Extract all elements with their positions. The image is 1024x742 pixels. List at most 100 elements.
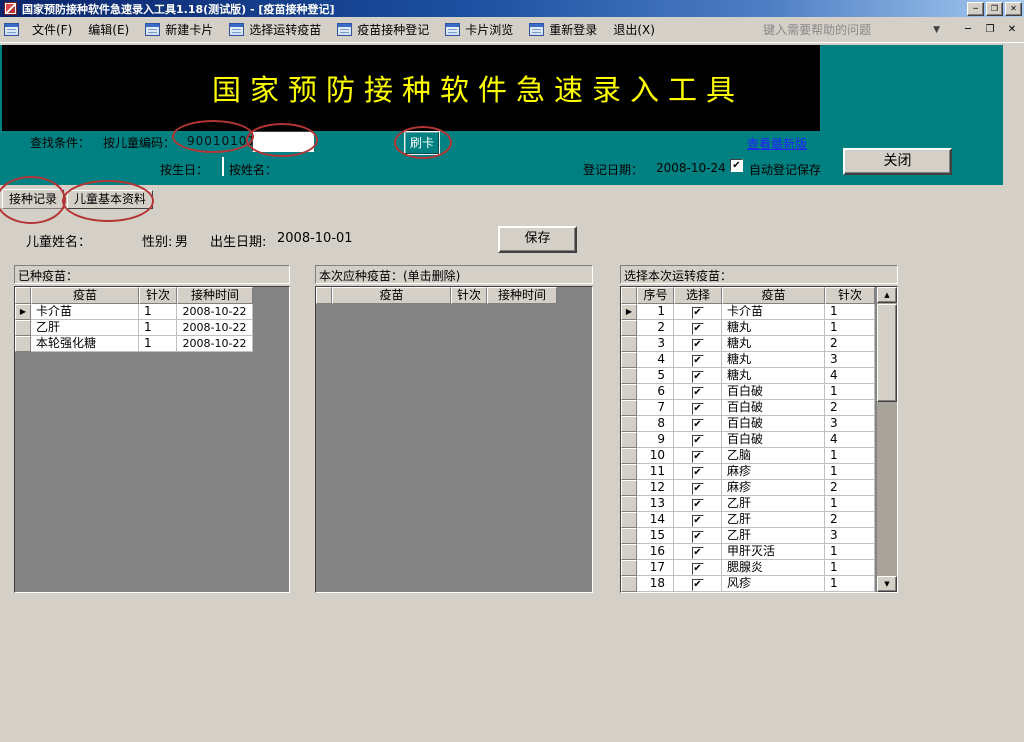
cell-dose: 3 — [825, 416, 875, 432]
checkbox[interactable]: ✔ — [692, 435, 704, 447]
scroll-down-icon[interactable]: ▼ — [877, 576, 897, 592]
cell-date: 2008-10-22 — [177, 304, 253, 320]
checkbox[interactable]: ✔ — [692, 563, 704, 575]
header-selector — [15, 287, 31, 304]
checkbox[interactable]: ✔ — [692, 579, 704, 591]
menu-vaccine-register[interactable]: 疫苗接种登记 — [329, 19, 437, 40]
cell-vaccine: 卡介苗 — [722, 304, 825, 320]
app-icon[interactable] — [4, 2, 17, 15]
cell-dose: 2 — [825, 512, 875, 528]
cell-select: ✔ — [674, 432, 722, 448]
table-row[interactable]: 11 ✔ 麻疹 1 — [621, 464, 897, 480]
checkbox[interactable]: ✔ — [692, 467, 704, 479]
table-row[interactable]: 17 ✔ 腮腺炎 1 — [621, 560, 897, 576]
vertical-scrollbar[interactable]: ▲ ▼ — [877, 287, 897, 592]
checkbox[interactable]: ✔ — [692, 483, 704, 495]
table-row[interactable]: 13 ✔ 乙肝 1 — [621, 496, 897, 512]
table-row[interactable]: 15 ✔ 乙肝 3 — [621, 528, 897, 544]
save-button[interactable]: 保存 — [498, 226, 577, 253]
row-selector — [621, 480, 637, 496]
checkbox[interactable]: ✔ — [692, 547, 704, 559]
banner-title: 国家预防接种软件急速录入工具 — [2, 67, 820, 109]
table-row[interactable]: 10 ✔ 乙脑 1 — [621, 448, 897, 464]
by-name-label: 按姓名： — [229, 161, 277, 178]
row-selector — [621, 448, 637, 464]
cell-dose: 1 — [825, 544, 875, 560]
table-row[interactable]: 乙肝 1 2008-10-22 — [15, 320, 289, 336]
row-selector — [621, 400, 637, 416]
annotation-circle-tab-basic — [62, 180, 154, 222]
table-row[interactable]: 16 ✔ 甲肝灭活 1 — [621, 544, 897, 560]
row-selector — [621, 528, 637, 544]
menu-edit[interactable]: 编辑(E) — [80, 19, 137, 40]
table-row[interactable]: 8 ✔ 百白破 3 — [621, 416, 897, 432]
close-button[interactable]: ✕ — [1005, 2, 1022, 16]
banner: 国家预防接种软件急速录入工具 — [2, 45, 820, 131]
annotation-circle-swipe — [394, 126, 452, 159]
transport-grid-header: 序号 选择 疫苗 针次 — [621, 287, 897, 304]
cell-date: 2008-10-22 — [177, 320, 253, 336]
table-row[interactable]: 9 ✔ 百白破 4 — [621, 432, 897, 448]
menu-file[interactable]: 文件(F) — [24, 19, 80, 40]
cell-dose: 3 — [825, 352, 875, 368]
cell-no: 10 — [637, 448, 674, 464]
table-row[interactable]: 12 ✔ 麻疹 2 — [621, 480, 897, 496]
child-close-button[interactable]: ✕ — [1004, 24, 1020, 35]
cell-vaccine: 乙肝 — [31, 320, 139, 336]
scroll-up-icon[interactable]: ▲ — [877, 287, 897, 303]
cell-dose: 4 — [825, 432, 875, 448]
checkbox[interactable]: ✔ — [692, 307, 704, 319]
row-selector — [621, 432, 637, 448]
table-row[interactable]: 7 ✔ 百白破 2 — [621, 400, 897, 416]
checkbox[interactable]: ✔ — [692, 451, 704, 463]
checkbox[interactable]: ✔ — [692, 499, 704, 511]
cell-dose: 2 — [825, 336, 875, 352]
cell-select: ✔ — [674, 368, 722, 384]
row-selector — [621, 336, 637, 352]
text-cursor — [222, 157, 224, 176]
checkbox[interactable]: ✔ — [692, 403, 704, 415]
row-selector — [621, 496, 637, 512]
table-row[interactable]: 18 ✔ 风疹 1 — [621, 576, 897, 592]
table-row[interactable]: 6 ✔ 百白破 1 — [621, 384, 897, 400]
child-window-icon[interactable] — [4, 23, 19, 36]
checkbox[interactable]: ✔ — [692, 323, 704, 335]
auto-save-checkbox[interactable]: ✔ — [730, 159, 743, 172]
menu-new-card[interactable]: 新建卡片 — [137, 19, 221, 40]
checkbox[interactable]: ✔ — [692, 419, 704, 431]
menu-relogin[interactable]: 重新登录 — [521, 19, 605, 40]
menu-exit[interactable]: 退出(X) — [605, 19, 663, 40]
checkbox[interactable]: ✔ — [692, 371, 704, 383]
checkbox[interactable]: ✔ — [692, 515, 704, 527]
table-row[interactable]: 3 ✔ 糖丸 2 — [621, 336, 897, 352]
table-row[interactable]: ▶ 1 ✔ 卡介苗 1 — [621, 304, 897, 320]
child-minimize-button[interactable]: ─ — [960, 24, 976, 35]
transport-rows: ▶ 1 ✔ 卡介苗 1 2 ✔ 糖丸 1 3 ✔ 糖丸 2 4 ✔ 糖丸 3 — [621, 304, 897, 592]
table-row[interactable]: 本轮强化糖 1 2008-10-22 — [15, 336, 289, 352]
table-row[interactable]: 4 ✔ 糖丸 3 — [621, 352, 897, 368]
help-question-input[interactable]: 键入需要帮助的问题 — [763, 21, 933, 38]
header-selector — [621, 287, 637, 304]
checkbox[interactable]: ✔ — [692, 355, 704, 367]
table-row[interactable]: 2 ✔ 糖丸 1 — [621, 320, 897, 336]
minimize-button[interactable]: ─ — [967, 2, 984, 16]
dropdown-arrow-icon[interactable]: ▼ — [933, 25, 940, 35]
scrollbar-thumb[interactable] — [877, 304, 897, 402]
checkbox[interactable]: ✔ — [692, 531, 704, 543]
cell-dose: 1 — [139, 336, 177, 352]
checkbox[interactable]: ✔ — [692, 339, 704, 351]
latest-version-link[interactable]: 查看最新版 — [747, 135, 807, 152]
table-row[interactable]: 5 ✔ 糖丸 4 — [621, 368, 897, 384]
header-panel: 国家预防接种软件急速录入工具 查找条件： 按儿童编码： 9001010101 刷… — [0, 45, 1003, 185]
by-code-label: 按儿童编码： — [103, 134, 175, 151]
restore-button[interactable]: ❐ — [986, 2, 1003, 16]
table-row[interactable]: ▶ 卡介苗 1 2008-10-22 — [15, 304, 289, 320]
table-row[interactable]: 14 ✔ 乙肝 2 — [621, 512, 897, 528]
child-restore-button[interactable]: ❐ — [982, 24, 998, 35]
menu-card-browse[interactable]: 卡片浏览 — [437, 19, 521, 40]
checkbox[interactable]: ✔ — [692, 387, 704, 399]
close-form-button[interactable]: 关闭 — [843, 148, 952, 175]
cell-vaccine: 糖丸 — [722, 336, 825, 352]
menu-select-transport-vaccine[interactable]: 选择运转疫苗 — [221, 19, 329, 40]
annotation-circle-input — [246, 123, 318, 157]
